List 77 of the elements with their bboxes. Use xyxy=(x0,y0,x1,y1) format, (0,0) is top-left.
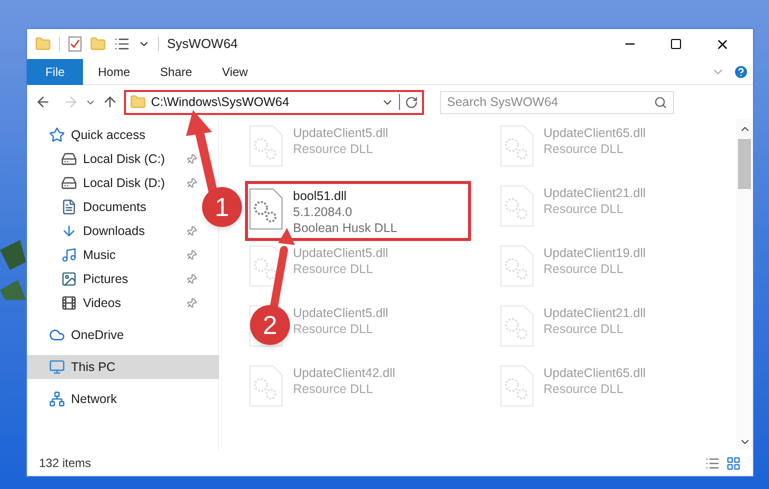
file-detail: Resource DLL xyxy=(293,381,374,397)
search-input[interactable]: Search SysWOW64 xyxy=(441,92,654,112)
image-icon xyxy=(61,271,77,287)
ribbon-tab[interactable]: Home xyxy=(83,58,146,84)
address-bar[interactable]: C:\Windows\SysWOW64 xyxy=(124,90,424,114)
refresh-icon[interactable] xyxy=(405,96,418,108)
file-detail: Resource DLL xyxy=(293,321,374,337)
search-field[interactable]: Search SysWOW64 xyxy=(440,90,674,114)
sidebar-item[interactable]: This PC xyxy=(27,355,219,379)
ribbon-tab[interactable]: Share xyxy=(145,58,208,84)
dll-file-icon xyxy=(249,245,283,287)
folder-icon xyxy=(130,94,146,110)
details-view-icon[interactable] xyxy=(705,456,720,470)
dll-file-icon xyxy=(249,125,283,167)
file-detail: Resource DLL xyxy=(544,201,624,217)
sidebar-item[interactable]: Documents xyxy=(27,195,150,219)
maximize-icon xyxy=(670,38,682,50)
sidebar-item[interactable]: Local Disk (D:) xyxy=(27,171,199,195)
ribbon-tab[interactable]: View xyxy=(207,58,263,84)
sidebar-label: Videos xyxy=(83,294,121,312)
sidebar-label: Network xyxy=(71,390,117,408)
dll-file-icon xyxy=(500,125,534,167)
sidebar-item[interactable]: Network xyxy=(27,387,121,411)
sidebar-item[interactable]: Music xyxy=(27,243,199,267)
sidebar-label: Music xyxy=(83,246,116,264)
sidebar-label: OneDrive xyxy=(71,326,124,344)
sidebar-item[interactable]: Videos xyxy=(27,291,199,315)
address-path: C:\Windows\SysWOW64 xyxy=(151,94,290,111)
monitor-icon xyxy=(49,359,65,375)
back-icon[interactable] xyxy=(35,94,51,110)
file-detail: Resource DLL xyxy=(544,321,624,337)
sidebar-label: This PC xyxy=(71,358,116,376)
film-icon xyxy=(61,295,77,311)
file-name[interactable]: bool51.dll xyxy=(293,188,398,204)
cloud-icon xyxy=(49,327,65,343)
sidebar-item[interactable]: Pictures xyxy=(27,267,199,291)
dll-file-icon xyxy=(500,365,534,407)
file-detail: Resource DLL xyxy=(293,261,374,277)
search-icon[interactable] xyxy=(654,96,667,108)
palm-leaf-drawing xyxy=(0,238,26,302)
sidebar-label: Local Disk (D:) xyxy=(83,174,165,192)
dll-file-icon xyxy=(500,305,534,347)
sidebar-item[interactable]: OneDrive xyxy=(27,323,128,347)
dll-file-icon xyxy=(249,188,283,230)
music-note-icon xyxy=(61,247,77,263)
drive-icon xyxy=(61,151,77,167)
drive-icon xyxy=(61,175,77,191)
large-icons-view-icon[interactable] xyxy=(726,456,741,470)
star-icon xyxy=(49,127,65,143)
scroll-thumb[interactable] xyxy=(738,139,751,189)
document-icon xyxy=(61,199,77,215)
file-tab[interactable]: File xyxy=(27,58,83,84)
network-icon xyxy=(49,391,65,407)
sidebar-item[interactable]: Downloads xyxy=(27,219,199,243)
window-title: SysWOW64 xyxy=(167,35,238,54)
up-icon[interactable] xyxy=(102,94,118,110)
scrollbar[interactable] xyxy=(736,119,753,450)
file-detail: Resource DLL xyxy=(544,141,624,157)
sidebar-label: Pictures xyxy=(83,270,128,288)
dll-file-icon xyxy=(249,365,283,407)
sidebar-item[interactable]: Quick access xyxy=(27,123,150,147)
file-detail: Resource DLL xyxy=(544,261,624,277)
file-detail: Boolean Husk DLL xyxy=(293,220,398,236)
sidebar-label: Documents xyxy=(83,198,146,216)
sidebar-label: Quick access xyxy=(71,126,146,144)
properties-icon[interactable] xyxy=(114,36,130,52)
file-detail: Resource DLL xyxy=(544,381,624,397)
dll-file-icon xyxy=(500,245,534,287)
sidebar-label: Downloads xyxy=(83,222,145,240)
checklist-icon[interactable] xyxy=(68,36,82,52)
dll-file-icon xyxy=(500,185,534,227)
file-detail: Resource DLL xyxy=(293,141,374,157)
sidebar-item[interactable]: Local Disk (C:) xyxy=(27,147,199,171)
sidebar-label: Local Disk (C:) xyxy=(83,150,165,168)
help-icon[interactable] xyxy=(733,64,749,80)
file-detail: 5.1.2084.0 xyxy=(293,204,354,220)
item-count: 132 items xyxy=(39,455,92,472)
